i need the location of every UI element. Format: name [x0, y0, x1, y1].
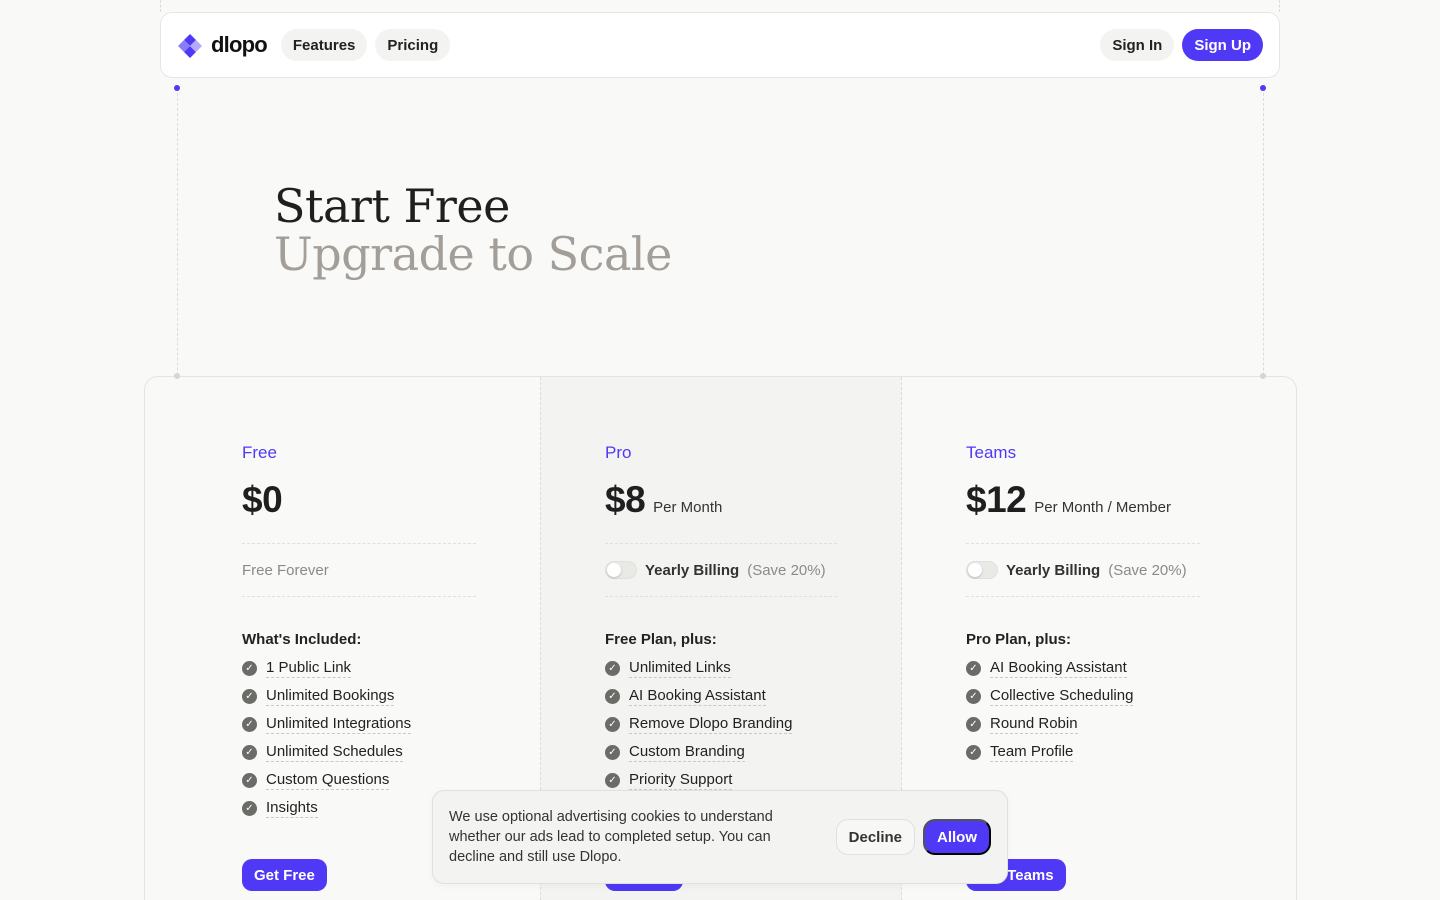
plan-price: $0 [242, 479, 283, 520]
feature-text[interactable]: Unlimited Bookings [266, 687, 395, 706]
check-icon: ✓ [966, 744, 981, 760]
hero-subtitle: Upgrade to Scale [274, 227, 672, 281]
list-item: ✓ AI Booking Assistant [966, 654, 1200, 682]
list-item: ✓ Unlimited Bookings [242, 682, 476, 710]
check-icon: ✓ [242, 772, 257, 788]
feature-text[interactable]: 1 Public Link [266, 659, 352, 678]
free-forever-label: Free Forever [242, 561, 329, 579]
check-icon: ✓ [605, 772, 620, 788]
billing-label: Yearly Billing [1006, 561, 1101, 579]
features-heading: What's Included: [242, 631, 362, 648]
price-row: $12 Per Month / Member [966, 479, 1200, 527]
plan-name: Teams [966, 443, 1017, 462]
price-row: $8 Per Month [605, 479, 837, 527]
feature-text[interactable]: AI Booking Assistant [990, 659, 1127, 678]
check-icon: ✓ [242, 800, 257, 816]
divider [242, 596, 476, 597]
feature-list: ✓ AI Booking Assistant ✓ Collective Schedu… [966, 654, 1200, 766]
get-free-button[interactable]: Get Free [242, 859, 327, 891]
sign-up-button[interactable]: Sign Up [1182, 29, 1263, 61]
list-item: ✓ AI Booking Assistant [605, 682, 837, 710]
check-icon: ✓ [242, 716, 257, 732]
billing-row: Yearly Billing (Save 20%) [966, 544, 1200, 596]
feature-text[interactable]: Unlimited Schedules [266, 743, 403, 762]
nav-link-features[interactable]: Features [280, 29, 368, 61]
features-heading: Free Plan, plus: [605, 631, 717, 648]
feature-list: ✓ Unlimited Links ✓ AI Booking Assistant ✓… [605, 654, 837, 794]
plan-price: $12 [966, 479, 1027, 520]
list-item: ✓ Collective Scheduling [966, 682, 1200, 710]
feature-text[interactable]: Unlimited Integrations [266, 715, 412, 734]
check-icon: ✓ [605, 744, 620, 760]
divider [966, 596, 1200, 597]
nav-link-pricing[interactable]: Pricing [375, 29, 451, 61]
hero-title: Start Free [274, 179, 510, 233]
feature-text[interactable]: Insights [266, 799, 318, 818]
logo-icon [178, 34, 202, 58]
feature-text[interactable]: Custom Branding [629, 743, 745, 762]
check-icon: ✓ [605, 688, 620, 704]
decline-button[interactable]: Decline [835, 819, 915, 855]
sign-in-button[interactable]: Sign In [1100, 29, 1175, 61]
list-item: ✓ Unlimited Integrations [242, 710, 476, 738]
cookie-text: We use optional advertising cookies to u… [449, 809, 773, 865]
feature-text[interactable]: Collective Scheduling [990, 687, 1134, 706]
list-item: ✓ Remove Dlopo Branding [605, 710, 837, 738]
plan-name: Pro [605, 443, 632, 462]
list-item: ✓ Round Robin [966, 710, 1200, 738]
feature-text[interactable]: AI Booking Assistant [629, 687, 766, 706]
check-icon: ✓ [605, 716, 620, 732]
billing-row: Yearly Billing (Save 20%) [605, 544, 837, 596]
feature-text[interactable]: Remove Dlopo Branding [629, 715, 793, 734]
list-item: ✓ Unlimited Links [605, 654, 837, 682]
price-unit: Per Month / Member [1034, 499, 1171, 516]
feature-text[interactable]: Unlimited Links [629, 659, 731, 678]
features-heading: Pro Plan, plus: [966, 631, 1072, 648]
check-icon: ✓ [242, 744, 257, 760]
price-unit: Per Month [653, 499, 723, 516]
hero: Start Free Upgrade to Scale [274, 182, 672, 278]
check-icon: ✓ [966, 688, 981, 704]
feature-text[interactable]: Custom Questions [266, 771, 390, 790]
list-item: ✓ Unlimited Schedules [242, 738, 476, 766]
yearly-billing-toggle[interactable] [605, 561, 637, 579]
feature-text[interactable]: Team Profile [990, 743, 1074, 762]
feature-text[interactable]: Round Robin [990, 715, 1078, 734]
cookie-banner: We use optional advertising cookies to u… [432, 790, 1008, 884]
list-item: ✓ Team Profile [966, 738, 1200, 766]
yearly-billing-toggle[interactable] [966, 561, 998, 579]
check-icon: ✓ [242, 688, 257, 704]
plan-price: $8 [605, 479, 646, 520]
allow-button[interactable]: Allow [923, 819, 991, 855]
divider [605, 596, 837, 597]
logo-text: dlopo [211, 32, 268, 57]
guide-line [1279, 0, 1280, 12]
logo[interactable]: dlopo [177, 32, 268, 58]
feature-text[interactable]: Priority Support [629, 771, 733, 790]
billing-save-note: (Save 20%) [1108, 561, 1187, 579]
check-icon: ✓ [966, 660, 981, 676]
price-row: $0 [242, 479, 476, 527]
corner-dot [174, 85, 180, 91]
billing-save-note: (Save 20%) [747, 561, 826, 579]
billing-row: Free Forever [242, 544, 476, 596]
billing-label: Yearly Billing [645, 561, 740, 579]
list-item: ✓ Custom Branding [605, 738, 837, 766]
corner-dot [1260, 85, 1266, 91]
guide-line [160, 0, 161, 12]
top-navbar: dlopo Features Pricing Sign In Sign Up [160, 12, 1280, 78]
list-item: ✓ 1 Public Link [242, 654, 476, 682]
check-icon: ✓ [966, 716, 981, 732]
plan-name: Free [242, 443, 277, 462]
check-icon: ✓ [242, 660, 257, 676]
check-icon: ✓ [605, 660, 620, 676]
